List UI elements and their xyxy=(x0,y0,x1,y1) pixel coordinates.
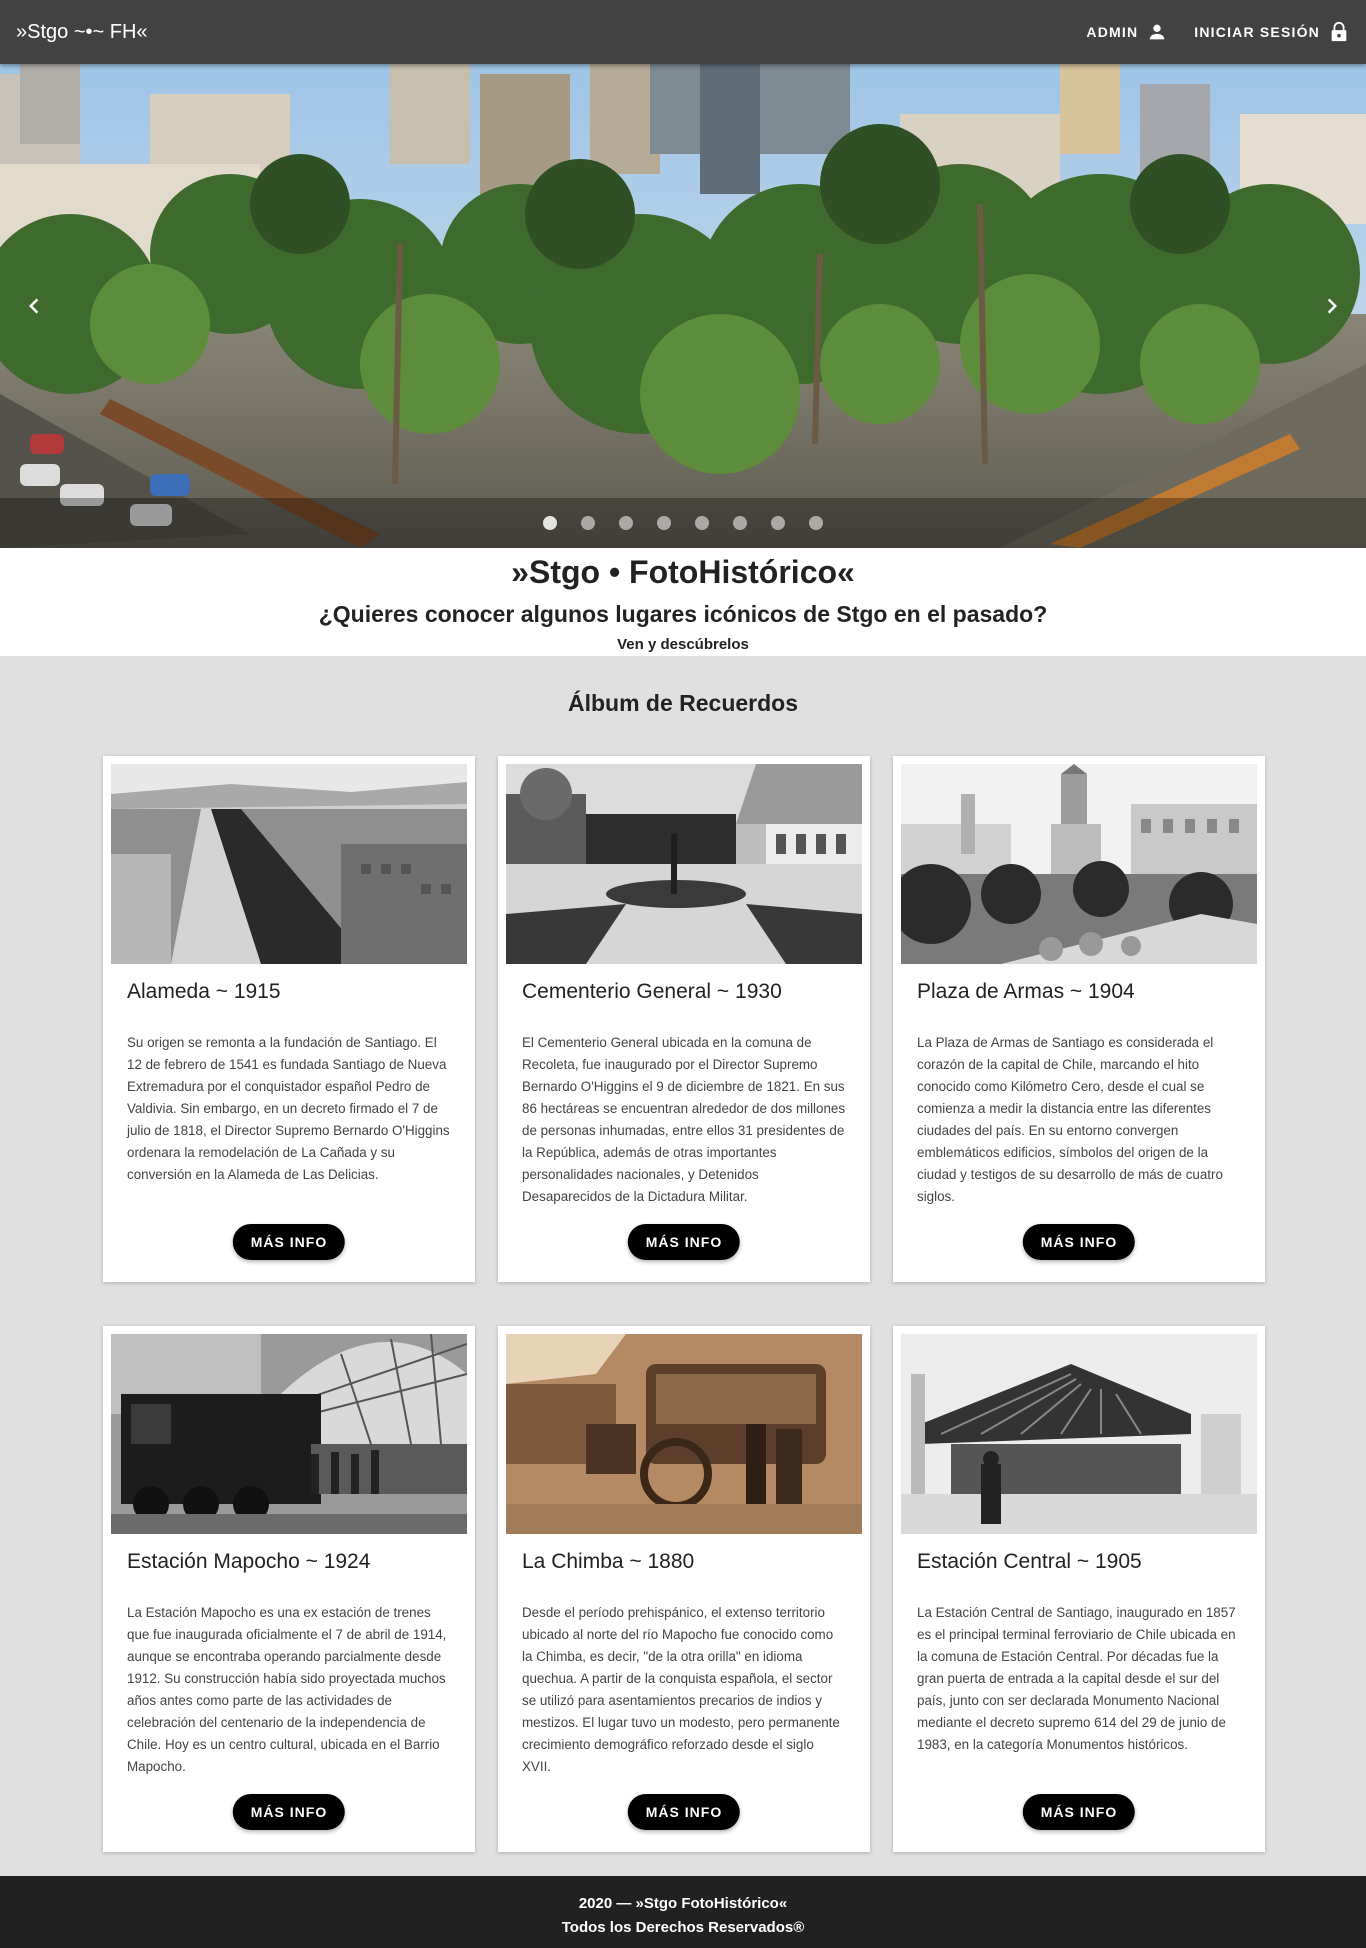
card-photo xyxy=(111,1334,467,1534)
person-icon xyxy=(1149,24,1165,40)
footer-rights: Todos los Derechos Reservados® xyxy=(561,1919,805,1936)
plaza-de-armas-1904-photo xyxy=(901,764,1257,964)
card-photo xyxy=(901,764,1257,964)
card-title: La Chimba ~ 1880 xyxy=(522,1550,695,1573)
card-photo xyxy=(111,764,467,964)
more-info-button[interactable]: MÁS INFO xyxy=(627,1794,741,1830)
card-plaza-de-armas: Plaza de Armas ~ 1904 La Plaza de Armas … xyxy=(893,756,1265,1282)
login-label: INICIAR SESIÓN xyxy=(1194,24,1320,40)
site-subtitle: ¿Quieres conocer algunos lugares icónico… xyxy=(318,601,1048,627)
card-description: La Estación Mapocho es una ex estación d… xyxy=(127,1605,447,1774)
card-description: La Estación Central de Santiago, inaugur… xyxy=(917,1605,1236,1752)
more-info-button[interactable]: MÁS INFO xyxy=(1022,1794,1136,1830)
site-tagline: Ven y descúbrelos xyxy=(617,636,749,653)
carousel-indicator-dot[interactable] xyxy=(657,516,671,530)
more-info-button[interactable]: MÁS INFO xyxy=(627,1224,741,1260)
chevron-left-icon xyxy=(29,298,39,314)
carousel-indicator-dot[interactable] xyxy=(581,516,595,530)
alameda-photo xyxy=(111,764,467,964)
carousel-indicator-dot[interactable] xyxy=(771,516,785,530)
card-cementerio-general: Cementerio General ~ 1930 El Cementerio … xyxy=(498,756,870,1282)
card-photo xyxy=(506,764,862,964)
card-estacion-mapocho: Estación Mapocho ~ 1924 La Estación Mapo… xyxy=(103,1326,475,1852)
card-la-chimba: La Chimba ~ 1880 Desde el período prehis… xyxy=(498,1326,870,1852)
more-info-button[interactable]: MÁS INFO xyxy=(232,1224,346,1260)
chevron-right-icon xyxy=(1327,298,1337,314)
la-chimba-photo xyxy=(506,1334,862,1534)
plaza-de-armas-photo xyxy=(0,64,1366,548)
card-estacion-central: Estación Central ~ 1905 La Estación Cent… xyxy=(893,1326,1265,1852)
site-title: »Stgo • FotoHistórico« xyxy=(511,554,855,590)
carousel-indicator-dot[interactable] xyxy=(695,516,709,530)
intro-section: »Stgo • FotoHistórico« ¿Quieres conocer … xyxy=(0,548,1366,656)
login-button[interactable]: INICIAR SESIÓN xyxy=(1194,21,1350,43)
card-title: Cementerio General ~ 1930 xyxy=(522,980,782,1003)
carousel-indicator-dot[interactable] xyxy=(809,516,823,530)
brand-logo-text[interactable]: »Stgo ~•~ FH« xyxy=(16,21,148,44)
estacion-mapocho-photo xyxy=(111,1334,467,1534)
carousel-indicator-dot[interactable] xyxy=(543,516,557,530)
lock-icon xyxy=(1331,21,1347,42)
carousel-next-button[interactable] xyxy=(1312,286,1352,326)
estacion-central-photo xyxy=(901,1334,1257,1534)
top-app-bar: »Stgo ~•~ FH« ADMIN INICIAR SESIÓN xyxy=(0,0,1366,64)
card-title: Estación Mapocho ~ 1924 xyxy=(127,1550,371,1573)
carousel-indicator-dot[interactable] xyxy=(619,516,633,530)
card-description: El Cementerio General ubicada en la comu… xyxy=(522,1035,846,1204)
card-description: Su origen se remonta a la fundación de S… xyxy=(127,1035,450,1182)
admin-button[interactable]: ADMIN xyxy=(1086,21,1168,43)
footer: 2020 — »Stgo FotoHistórico« Todos los De… xyxy=(0,1876,1366,1948)
cementerio-photo xyxy=(506,764,862,964)
card-photo xyxy=(506,1334,862,1534)
hero-carousel[interactable] xyxy=(0,64,1366,548)
card-photo xyxy=(901,1334,1257,1534)
album-title: Álbum de Recuerdos xyxy=(567,690,799,716)
card-alameda: Alameda ~ 1915 Su origen se remonta a la… xyxy=(103,756,475,1282)
footer-copyright: 2020 — »Stgo FotoHistórico« xyxy=(578,1895,788,1912)
carousel-indicator-dot[interactable] xyxy=(733,516,747,530)
card-description: La Plaza de Armas de Santiago es conside… xyxy=(917,1035,1223,1204)
carousel-prev-button[interactable] xyxy=(14,286,54,326)
more-info-button[interactable]: MÁS INFO xyxy=(1022,1224,1136,1260)
more-info-button[interactable]: MÁS INFO xyxy=(232,1794,346,1830)
card-title: Estación Central ~ 1905 xyxy=(917,1550,1142,1573)
carousel-indicators xyxy=(0,498,1366,548)
card-title: Alameda ~ 1915 xyxy=(127,980,281,1003)
admin-label: ADMIN xyxy=(1086,24,1139,40)
card-description: Desde el período prehispánico, el extens… xyxy=(522,1605,840,1774)
top-actions: ADMIN INICIAR SESIÓN xyxy=(1086,21,1350,43)
card-title: Plaza de Armas ~ 1904 xyxy=(917,980,1135,1003)
